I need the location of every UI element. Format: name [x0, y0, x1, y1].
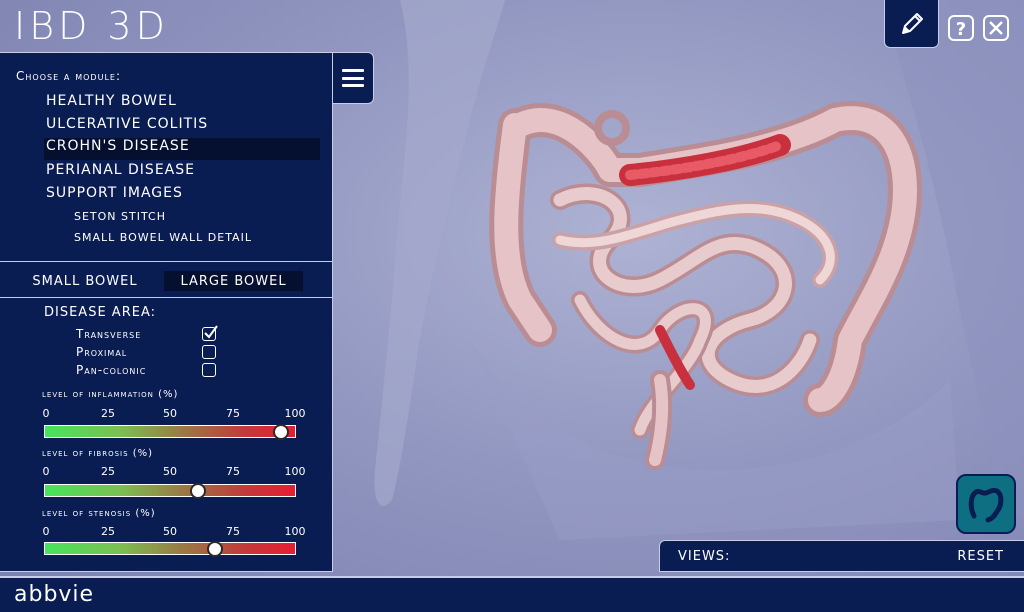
module-ulcerative-colitis[interactable]: ULCERATIVE COLITIS	[46, 116, 208, 132]
divider	[0, 297, 333, 298]
svg-text:?: ?	[956, 19, 966, 40]
tick-label: 75	[226, 407, 240, 420]
fibrosis-slider-knob[interactable]	[189, 483, 206, 499]
inflammation-slider-track[interactable]	[44, 425, 296, 438]
views-label: VIEWS:	[678, 549, 731, 564]
tick-label: 0	[42, 407, 50, 420]
tick-label: 100	[284, 465, 306, 478]
close-button[interactable]	[982, 14, 1010, 42]
transverse-label: Transverse	[76, 327, 142, 341]
module-healthy-bowel[interactable]: HEALTHY BOWEL	[46, 93, 177, 109]
proximal-checkbox[interactable]	[202, 345, 216, 359]
large-bowel-button[interactable]: LARGE BOWEL	[164, 271, 303, 291]
transverse-checkbox[interactable]	[202, 325, 218, 341]
submodule-small-bowel-wall-detail[interactable]: SMALL BOWEL WALL DETAIL	[74, 231, 252, 244]
module-crohns-disease[interactable]: CROHN'S DISEASE	[44, 138, 320, 160]
inflammation-slider-title: level of inflammation (%)	[42, 389, 179, 400]
module-perianal-disease[interactable]: PERIANAL DISEASE	[46, 162, 195, 178]
tick-label: 25	[101, 525, 115, 538]
reset-button[interactable]: RESET	[957, 549, 1004, 564]
pencil-icon	[901, 12, 923, 34]
proximal-label: Proximal	[76, 345, 128, 359]
anatomy-view-button[interactable]	[956, 474, 1016, 534]
hamburger-icon	[342, 69, 364, 87]
tick-label: 0	[42, 525, 50, 538]
tick-label: 75	[226, 465, 240, 478]
colon-icon	[968, 487, 1004, 523]
tick-label: 100	[284, 525, 306, 538]
module-panel: Choose a module: HEALTHY BOWEL ULCERATIV…	[0, 52, 333, 572]
close-icon	[983, 15, 1009, 41]
app-title: IBD 3D	[14, 4, 169, 48]
tick-label: 100	[284, 407, 306, 420]
tick-label: 0	[42, 465, 50, 478]
tick-label: 75	[226, 525, 240, 538]
tick-label: 50	[163, 465, 177, 478]
disease-area-title: DISEASE AREA:	[44, 305, 156, 320]
small-bowel-button[interactable]: SMALL BOWEL	[20, 271, 150, 291]
question-icon: ?	[948, 15, 974, 41]
stenosis-slider-track[interactable]	[44, 542, 296, 555]
divider	[0, 261, 333, 262]
tick-label: 25	[101, 465, 115, 478]
checkmark-icon	[204, 325, 218, 339]
views-bar: VIEWS: RESET	[659, 540, 1024, 572]
footer: abbvie	[0, 576, 1024, 612]
fibrosis-slider-title: level of fibrosis (%)	[42, 448, 154, 459]
tick-label: 50	[163, 525, 177, 538]
pan-colonic-label: Pan-colonic	[76, 363, 147, 377]
choose-module-heading: Choose a module:	[16, 69, 121, 83]
help-button[interactable]: ?	[947, 14, 975, 42]
submodule-seton-stitch[interactable]: SETON STITCH	[74, 210, 166, 223]
module-support-images[interactable]: SUPPORT IMAGES	[46, 185, 183, 201]
abbvie-logo: abbvie	[14, 582, 95, 607]
inflammation-slider-knob[interactable]	[272, 424, 289, 440]
pan-colonic-checkbox[interactable]	[202, 363, 216, 377]
tick-label: 50	[163, 407, 177, 420]
fibrosis-slider-track[interactable]	[44, 484, 296, 497]
tick-label: 25	[101, 407, 115, 420]
stenosis-slider-knob[interactable]	[207, 541, 224, 557]
menu-button[interactable]	[333, 52, 374, 104]
edit-button[interactable]	[884, 0, 939, 48]
stenosis-slider-title: level of stenosis (%)	[42, 508, 156, 519]
